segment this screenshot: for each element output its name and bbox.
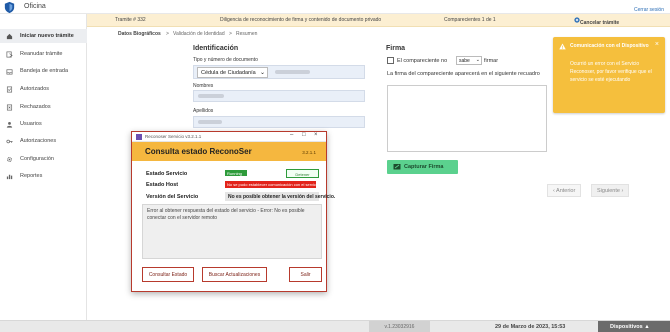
stop-service-button[interactable]: Detener — [286, 169, 319, 178]
dialog-heading: Consulta estado ReconoSer — [145, 147, 252, 156]
tipo-documento-label: Tipo y número de documento — [193, 57, 258, 63]
firma-note: La firma del compareciente aparecerá en … — [387, 71, 540, 77]
sidebar-item-label: Configuración — [20, 156, 54, 162]
reconoser-dialog: Reconoser Servicio v3.2.1.1 – □ × Consul… — [131, 131, 335, 292]
sidebar-item-label: Autorizados — [20, 86, 50, 92]
home-icon — [6, 33, 13, 40]
sidebar-item-label: Reportes — [20, 173, 43, 179]
sidebar-item-configuracion[interactable]: Configuración — [0, 152, 87, 166]
no-firma-suffix: firmar — [484, 58, 499, 64]
identificacion-title: Identificación — [193, 45, 239, 52]
breadcrumb-step-resumen[interactable]: Resumen — [236, 31, 257, 37]
app-title: Oficina — [24, 3, 46, 10]
dialog-titlebar: Reconoser Servicio v3.2.1.1 – □ × — [132, 132, 326, 142]
estado-host-label: Estado Host — [146, 182, 179, 188]
maximize-icon[interactable]: □ — [302, 132, 306, 138]
tramite-description: Diligencia de reconocimiento de firma y … — [220, 17, 382, 23]
chevron-down-icon: ⌄ — [259, 70, 265, 76]
sabe-puede-value: sabe — [459, 58, 470, 64]
previous-button[interactable]: ‹ Anterior — [547, 184, 582, 197]
tramite-number: Tramite # 332 — [115, 17, 146, 23]
breadcrumb-separator: > — [229, 31, 232, 37]
dialog-log-textarea[interactable]: Error al obtener respuesta del estado de… — [142, 204, 322, 259]
dialog-window-title: Reconoser Servicio v3.2.1.1 — [145, 134, 202, 139]
sidebar: Iniciar nuevo trámite Reanudar trámite B… — [0, 14, 87, 332]
documento-number-redacted[interactable] — [275, 70, 310, 74]
toast-message: Ocurrió un error con el Servicio Reconos… — [570, 61, 652, 83]
sidebar-item-iniciar[interactable]: Iniciar nuevo trámite — [0, 29, 87, 43]
key-icon — [6, 139, 13, 144]
report-icon — [6, 174, 13, 180]
salir-button[interactable]: Salir — [289, 267, 322, 282]
dialog-header: Consulta estado ReconoSer 3.2.1.1 — [132, 142, 326, 161]
dialog-version-badge: 3.2.1.1 — [302, 150, 316, 155]
logout-link[interactable]: Cerrar sesión — [634, 7, 664, 13]
estado-servicio-label: Estado Servicio — [146, 171, 188, 177]
sidebar-item-label: Bandeja de entrada — [20, 68, 69, 74]
minimize-icon[interactable]: – — [290, 132, 293, 138]
sidebar-item-reportes[interactable]: Reportes — [0, 169, 87, 183]
close-icon[interactable]: × — [314, 132, 318, 138]
apellidos-redacted — [198, 120, 222, 124]
firma-title: Firma — [386, 45, 406, 52]
current-datetime: 29 de Marzo de 2023, 15:53 — [495, 324, 566, 330]
sidebar-item-label: Autorizaciones — [20, 138, 57, 144]
nombres-label: Nombres — [193, 83, 214, 89]
sidebar-item-autorizados[interactable]: Autorizados — [0, 82, 87, 96]
consultar-estado-button[interactable]: Consultar Estado — [142, 267, 194, 282]
sabe-puede-select[interactable]: sabe ⌄ — [456, 56, 482, 65]
sidebar-item-label: Iniciar nuevo trámite — [20, 33, 74, 39]
sidebar-item-label: Reanudar trámite — [20, 51, 63, 57]
apellidos-label: Apellidos — [193, 108, 214, 114]
app-icon — [136, 134, 142, 140]
sidebar-item-usuarios[interactable]: Usuarios — [0, 117, 87, 131]
top-bar: Oficina Cerrar sesión — [0, 0, 670, 14]
sidebar-item-rechazados[interactable]: Rechazados — [0, 100, 87, 114]
sidebar-item-bandeja[interactable]: Bandeja de entrada — [0, 64, 87, 78]
toast-close-icon[interactable]: × — [655, 41, 659, 48]
capture-signature-label: Capturar Firma — [404, 164, 444, 170]
cancel-tramite-button[interactable]: Cancelar trámite — [574, 17, 619, 26]
device-warning-toast: Comunicación con el Dispositivo Ocurrió … — [553, 37, 665, 113]
inbox-icon — [6, 69, 13, 75]
sidebar-item-reanudar[interactable]: Reanudar trámite — [0, 47, 87, 61]
capture-signature-button[interactable]: Capturar Firma — [387, 160, 458, 174]
cancel-tramite-label: Cancelar trámite — [580, 20, 620, 26]
service-status-badge: Running — [225, 170, 247, 176]
gear-icon — [7, 157, 12, 162]
buscar-actualizaciones-button[interactable]: Buscar Actualizaciones — [202, 267, 267, 282]
chevron-down-icon: ⌄ — [475, 57, 480, 63]
service-version-value: No es posible obtener la versión del ser… — [225, 192, 335, 201]
status-bar: v.1.23032916 29 de Marzo de 2023, 15:53 … — [0, 320, 670, 332]
warning-icon — [559, 43, 566, 50]
signature-box[interactable] — [387, 85, 547, 152]
nombres-redacted — [198, 94, 224, 98]
no-firma-checkbox[interactable] — [387, 57, 394, 64]
doc-check-icon — [6, 86, 13, 93]
app-version: v.1.23032916 — [369, 321, 430, 332]
doc-reject-icon — [6, 104, 13, 111]
shield-logo-icon — [4, 1, 15, 14]
tipo-documento-value: Cédula de Ciudadanía — [201, 70, 256, 76]
pen-tablet-icon — [393, 164, 401, 170]
version-servicio-label: Versión del Servicio — [146, 194, 199, 200]
tramite-banner: Tramite # 332 Diligencia de reconocimien… — [87, 14, 670, 27]
breadcrumb-step-validacion[interactable]: Validación de Identidad — [173, 31, 225, 37]
breadcrumb-step-datos[interactable]: Datos Biográficos — [118, 31, 161, 37]
sidebar-item-autorizaciones[interactable]: Autorizaciones — [0, 134, 87, 148]
breadcrumb-separator: > — [166, 31, 169, 37]
user-icon — [6, 121, 13, 128]
devices-toggle-button[interactable]: Dispositivos ▲ — [598, 321, 670, 332]
comparecientes-count: Comparecientes 1 de 1 — [444, 17, 496, 23]
host-status-badge: No se pudo establecer comunicación con e… — [225, 181, 316, 188]
toast-title: Comunicación con el Dispositivo — [570, 43, 649, 49]
sidebar-item-label: Usuarios — [20, 121, 42, 127]
resume-icon — [6, 51, 13, 58]
no-firma-prefix: El compareciente no — [397, 58, 448, 64]
sidebar-item-label: Rechazados — [20, 104, 51, 110]
next-button[interactable]: Siguiente › — [591, 184, 630, 197]
tipo-documento-select[interactable]: Cédula de Ciudadanía ⌄ — [197, 67, 268, 78]
